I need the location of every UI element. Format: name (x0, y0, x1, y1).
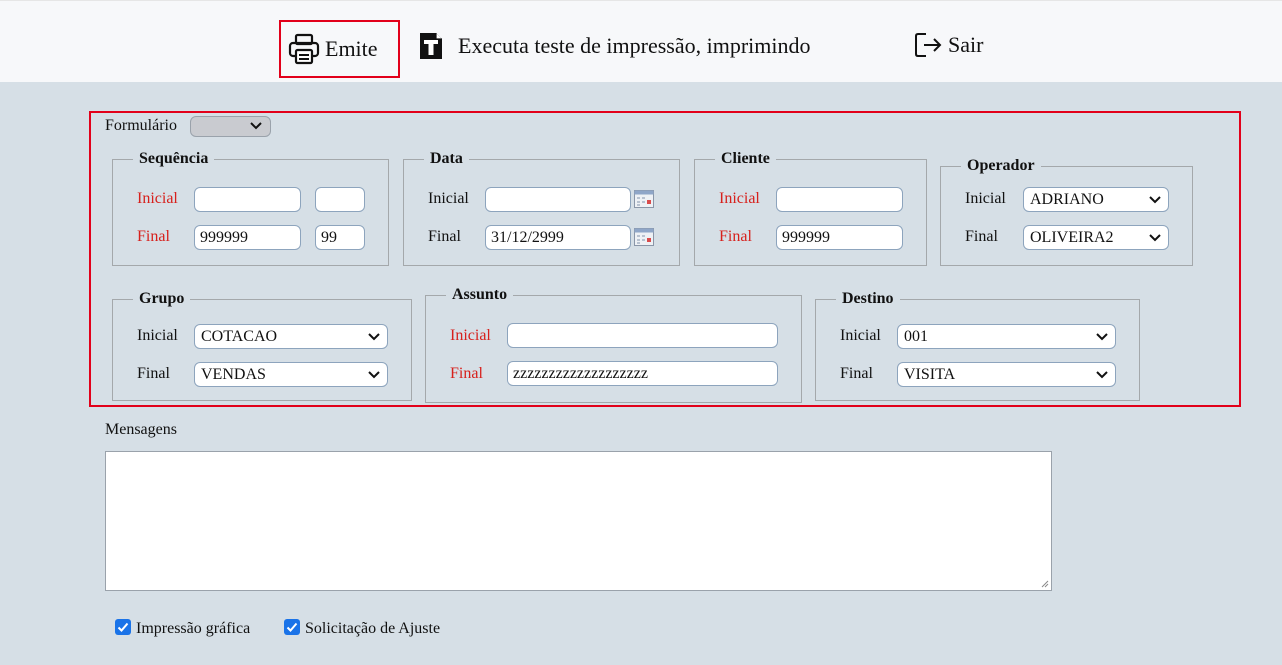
chevron-down-icon (368, 333, 380, 341)
cliente-inicial-input[interactable] (776, 187, 903, 212)
destino-final-label: Final (840, 365, 873, 382)
formulario-label: Formulário (105, 117, 177, 134)
teste-impressao-button[interactable]: Executa teste de impressão, imprimindo (418, 31, 811, 61)
solicitacao-ajuste-checkbox[interactable] (284, 619, 300, 635)
data-inicial-input[interactable] (485, 187, 631, 212)
destino-final-select[interactable]: VISITA (897, 362, 1116, 387)
impressao-grafica-checkbox[interactable] (115, 619, 131, 635)
operador-legend: Operador (967, 157, 1035, 174)
cliente-final-input[interactable]: 999999 (776, 225, 903, 250)
assunto-legend: Assunto (452, 286, 508, 303)
toolbar: Emite Executa teste de impressão, imprim… (0, 0, 1282, 82)
cliente-inicial-label: Inicial (719, 190, 760, 207)
calendar-icon[interactable] (634, 190, 654, 208)
sequencia-final-input[interactable]: 999999 (194, 225, 301, 250)
operador-final-label: Final (965, 228, 998, 245)
grupo-legend: Grupo (139, 290, 185, 307)
data-legend: Data (430, 150, 463, 167)
grupo-inicial-select[interactable]: COTACAO (194, 324, 388, 349)
assunto-inicial-input[interactable] (507, 323, 778, 348)
grupo-inicial-label: Inicial (137, 327, 178, 344)
sequencia-inicial-input[interactable] (194, 187, 301, 212)
mensagens-textarea[interactable] (105, 451, 1052, 591)
operador-inicial-select[interactable]: ADRIANO (1023, 187, 1169, 212)
calendar-icon[interactable] (634, 228, 654, 246)
operador-inicial-value: ADRIANO (1030, 191, 1104, 208)
chevron-down-icon (250, 122, 262, 130)
logout-icon (914, 31, 944, 59)
data-inicial-label: Inicial (428, 190, 469, 207)
chevron-down-icon (1096, 371, 1108, 379)
cliente-final-label: Final (719, 228, 752, 245)
chevron-down-icon (1149, 196, 1161, 204)
chevron-down-icon (1096, 333, 1108, 341)
grupo-final-label: Final (137, 365, 170, 382)
destino-legend: Destino (842, 290, 894, 307)
font-bold-icon (418, 31, 444, 61)
grupo-final-select[interactable]: VENDAS (194, 362, 388, 387)
checkmark-icon (117, 622, 129, 632)
sair-label: Sair (948, 32, 984, 57)
destino-inicial-select[interactable]: 001 (897, 324, 1116, 349)
data-final-label: Final (428, 228, 461, 245)
grupo-final-value: VENDAS (201, 366, 266, 383)
destino-inicial-value: 001 (904, 328, 928, 345)
resize-handle-icon[interactable] (1041, 580, 1049, 588)
grupo-inicial-value: COTACAO (201, 328, 278, 345)
solicitacao-ajuste-label[interactable]: Solicitação de Ajuste (305, 620, 440, 638)
emite-label: Emite (325, 36, 378, 61)
operador-final-value: OLIVEIRA2 (1030, 229, 1114, 246)
assunto-final-input[interactable]: zzzzzzzzzzzzzzzzzzz (507, 361, 778, 386)
chevron-down-icon (1149, 234, 1161, 242)
mensagens-label: Mensagens (105, 421, 177, 438)
operador-inicial-label: Inicial (965, 190, 1006, 207)
sequencia-final-sub-input[interactable]: 99 (315, 225, 365, 250)
assunto-inicial-label: Inicial (450, 327, 491, 344)
sequencia-inicial-sub-input[interactable] (315, 187, 365, 212)
impressao-grafica-label[interactable]: Impressão gráfica (136, 620, 250, 638)
destino-final-value: VISITA (904, 366, 956, 383)
assunto-final-label: Final (450, 365, 483, 382)
sequencia-inicial-label: Inicial (137, 190, 178, 207)
operador-final-select[interactable]: OLIVEIRA2 (1023, 225, 1169, 250)
data-final-input[interactable]: 31/12/2999 (485, 225, 631, 250)
destino-inicial-label: Inicial (840, 327, 881, 344)
formulario-select[interactable] (190, 116, 271, 137)
sequencia-final-label: Final (137, 228, 170, 245)
sequencia-legend: Sequência (139, 150, 209, 167)
chevron-down-icon (368, 371, 380, 379)
checkmark-icon (286, 622, 298, 632)
printer-icon (287, 32, 321, 66)
cliente-legend: Cliente (721, 150, 770, 167)
main-panel: Formulário Sequência Inicial Final 99999… (0, 82, 1282, 665)
sair-button[interactable]: Sair (914, 31, 983, 59)
emite-button[interactable]: Emite (279, 20, 400, 78)
teste-impressao-label: Executa teste de impressão, imprimindo (458, 33, 811, 58)
